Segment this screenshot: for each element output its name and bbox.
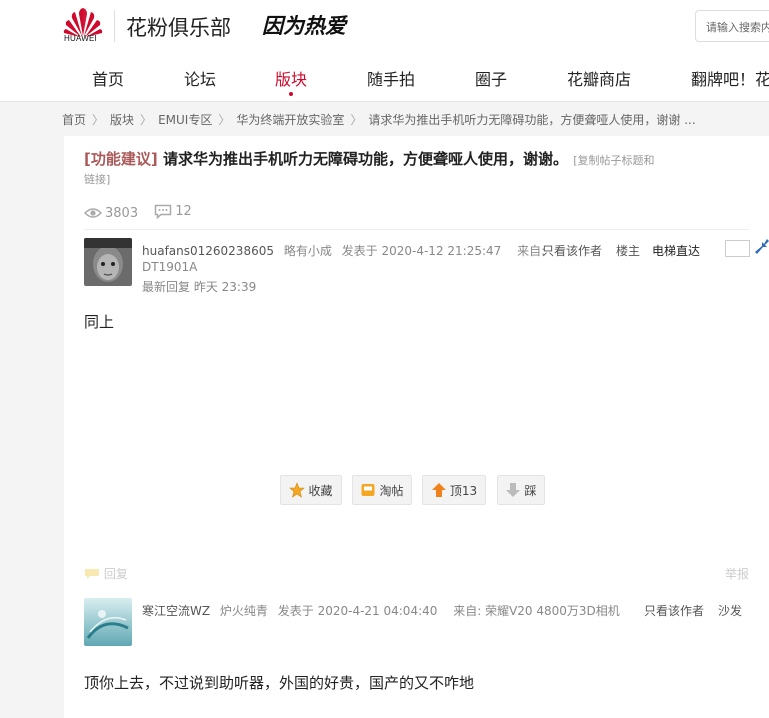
nav-boards[interactable]: 版块 bbox=[275, 66, 307, 90]
breadcrumb-thread[interactable]: 请求华为推出手机听力无障碍功能，方便聋哑人使用，谢谢 ... bbox=[368, 111, 695, 128]
chevron-right-icon: 〉 bbox=[350, 113, 363, 127]
comment-icon bbox=[154, 204, 172, 219]
active-nav-indicator bbox=[289, 92, 293, 96]
thread-tag[interactable]: [功能建议] bbox=[84, 150, 158, 168]
device-label: DT1901A bbox=[142, 260, 198, 274]
chevron-right-icon: 〉 bbox=[140, 113, 153, 127]
reply-count: 12 bbox=[175, 204, 192, 219]
breadcrumb: 首页〉版块〉 EMUI专区〉华为终端开放实验室〉请求华为推出手机听力无障碍功能，方… bbox=[62, 111, 696, 127]
view-count: 3803 bbox=[105, 205, 139, 221]
header-divider bbox=[114, 10, 115, 42]
username[interactable]: huafans01260238605 bbox=[142, 244, 274, 258]
breadcrumb-boards[interactable]: 版块 bbox=[110, 111, 134, 128]
downvote-button[interactable]: 踩 bbox=[497, 475, 545, 505]
upvote-button[interactable]: 顶13 bbox=[422, 475, 486, 505]
post-meta: huafans01260238605 略有小成 发表于 2020-4-12 21… bbox=[142, 242, 545, 259]
post-meta: 寒江空流WZ 炉火纯青 发表于 2020-4-21 04:04:40 来自: 荣… bbox=[142, 602, 620, 619]
eye-icon bbox=[84, 208, 102, 218]
avatar[interactable] bbox=[84, 598, 132, 646]
favorite-button[interactable]: 收藏 bbox=[280, 475, 342, 505]
search-input[interactable]: 请输入搜索内容 bbox=[695, 10, 769, 42]
chevron-right-icon: 〉 bbox=[92, 113, 105, 127]
last-reply: 最新回复 昨天 23:39 bbox=[142, 280, 257, 294]
brand-text: HUAWEI bbox=[64, 34, 97, 43]
breadcrumb-lab[interactable]: 华为终端开放实验室 bbox=[236, 111, 344, 128]
from-label: 来自: 荣耀V20 4800万3D相机 bbox=[453, 604, 620, 618]
floor-jump-input[interactable] bbox=[725, 240, 750, 257]
breadcrumb-emui[interactable]: EMUI专区 bbox=[158, 111, 212, 128]
site-header: HUAWEI 花粉俱乐部 因为热爱 请输入搜索内容 首页 论坛 版块 随手拍 圈… bbox=[0, 0, 769, 102]
slogan: 因为热爱 bbox=[262, 13, 346, 38]
copy-link-button-cont[interactable]: 链接] bbox=[84, 171, 110, 187]
nav-flip[interactable]: 翻牌吧！花 bbox=[691, 66, 769, 90]
chevron-right-icon: 〉 bbox=[218, 113, 231, 127]
only-author-link[interactable]: 只看该作者 bbox=[542, 242, 602, 259]
reply-bubble-icon bbox=[85, 569, 99, 579]
divider bbox=[84, 229, 749, 230]
nav-store[interactable]: 花瓣商店 bbox=[567, 66, 631, 90]
only-author-link[interactable]: 只看该作者 bbox=[644, 602, 704, 619]
thread-card: [功能建议] 请求华为推出手机听力无障碍功能，方便聋哑人使用，谢谢。 [复制帖子… bbox=[64, 136, 769, 718]
floor-label: 沙发 bbox=[718, 604, 743, 618]
elevator-label: 电梯直达 bbox=[652, 244, 701, 258]
user-rank: 略有小成 bbox=[283, 244, 332, 258]
reply-bar: 回复 举报 bbox=[84, 565, 749, 582]
avatar[interactable] bbox=[84, 238, 132, 286]
copy-link-button[interactable]: [复制帖子标题和 bbox=[573, 154, 654, 167]
star-icon bbox=[289, 482, 306, 498]
post-time: 发表于 2020-4-12 21:25:47 bbox=[341, 244, 502, 258]
thread-title: [功能建议] 请求华为推出手机听力无障碍功能，方便聋哑人使用，谢谢。 [复制帖子… bbox=[84, 148, 724, 172]
user-rank: 炉火纯青 bbox=[219, 604, 268, 618]
nav-circles[interactable]: 圈子 bbox=[475, 66, 507, 90]
arrow-up-icon bbox=[431, 483, 446, 497]
club-name[interactable]: 花粉俱乐部 bbox=[126, 12, 231, 42]
post-content: 顶你上去，不过说到助听器，外国的好贵，国产的又不咋地 bbox=[84, 674, 475, 692]
main-nav: 首页 论坛 版块 随手拍 圈子 花瓣商店 翻牌吧！花 bbox=[0, 66, 769, 96]
tao-button[interactable]: 淘帖 bbox=[352, 475, 412, 505]
thread-stats: 3803 12 bbox=[84, 204, 204, 223]
reply-link[interactable]: 回复 bbox=[104, 567, 128, 581]
post-content: 同上 bbox=[84, 313, 115, 331]
floor-label: 楼主 bbox=[616, 244, 641, 258]
arrow-down-icon bbox=[506, 483, 521, 497]
nav-home[interactable]: 首页 bbox=[92, 66, 124, 90]
wrench-icon[interactable] bbox=[754, 238, 769, 260]
inbox-icon bbox=[361, 484, 375, 496]
from-label: 来自: bbox=[517, 244, 546, 258]
username[interactable]: 寒江空流WZ bbox=[142, 604, 210, 618]
post-time: 发表于 2020-4-21 04:04:40 bbox=[277, 604, 438, 618]
breadcrumb-home[interactable]: 首页 bbox=[62, 111, 86, 128]
nav-forum[interactable]: 论坛 bbox=[184, 66, 216, 90]
nav-snapshot[interactable]: 随手拍 bbox=[367, 66, 415, 90]
report-link[interactable]: 举报 bbox=[725, 565, 749, 582]
thread-title-text: 请求华为推出手机听力无障碍功能，方便聋哑人使用，谢谢。 bbox=[162, 150, 568, 168]
